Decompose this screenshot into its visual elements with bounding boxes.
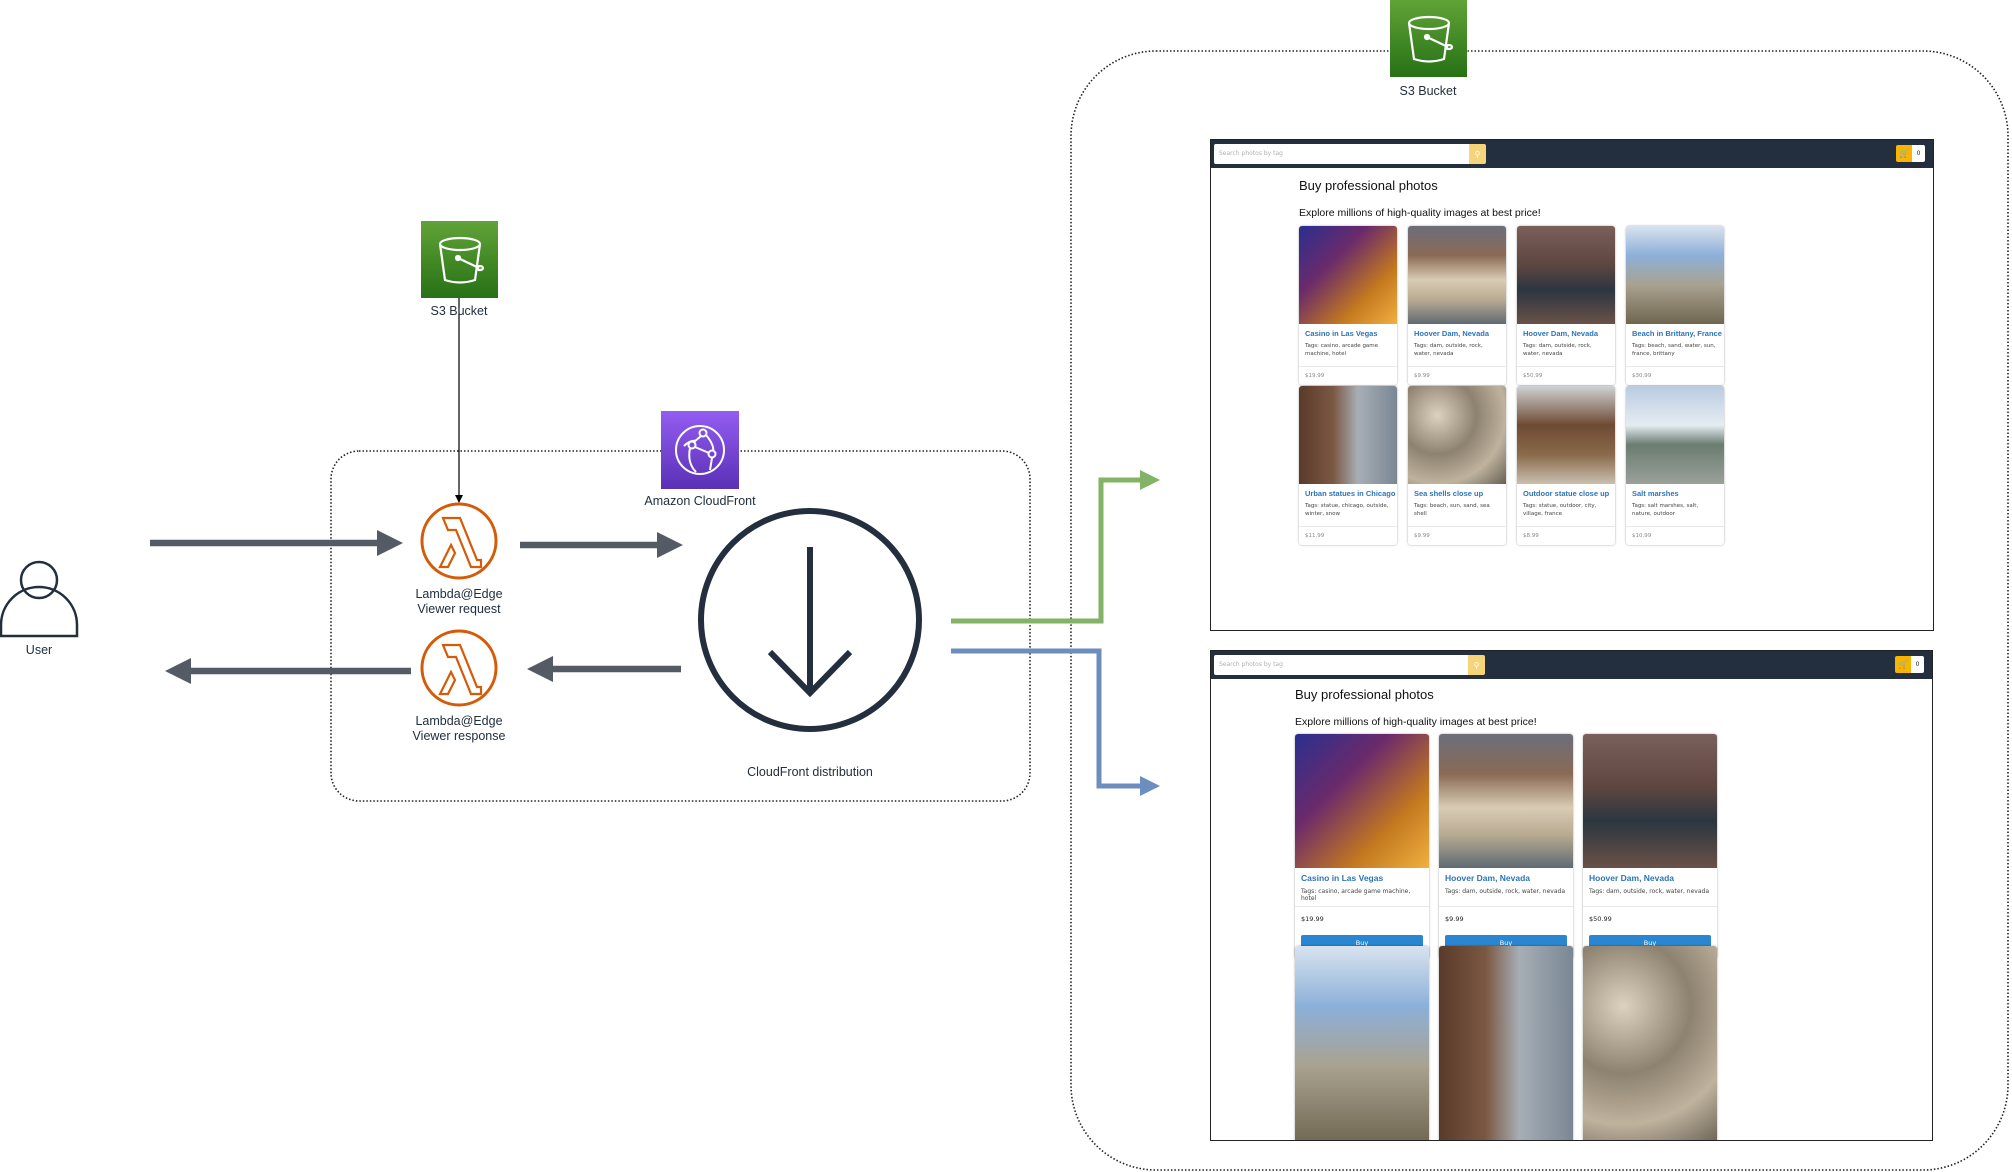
product-title[interactable]: Hoover Dam, Nevada xyxy=(1517,324,1615,340)
cart-icon: 🛒 xyxy=(1895,656,1911,673)
product-price: $19.99 xyxy=(1305,373,1325,379)
website-variant-b: Search photos by tag ⚲ 🛒 0 Buy professio… xyxy=(1210,650,1933,1141)
product-price: $10.99 xyxy=(1632,533,1652,539)
product-tags: Tags: statue, outdoor, city, village, fr… xyxy=(1523,503,1597,517)
lambda-response-label: Lambda@Edge Viewer response xyxy=(413,714,506,744)
product-tags: Tags: dam, outside, rock, water, nevada xyxy=(1589,888,1709,895)
search-icon[interactable]: ⚲ xyxy=(1469,144,1486,164)
product-photo[interactable] xyxy=(1583,946,1717,1140)
lambda-request-label-line2: Viewer request xyxy=(417,602,501,616)
variant-b-route-arrow xyxy=(951,648,1160,796)
cloudfront-label: Amazon CloudFront xyxy=(644,494,756,508)
page-subheading: Explore millions of high-quality images … xyxy=(1299,207,1541,219)
product-price: $9.99 xyxy=(1414,373,1430,379)
product-card[interactable]: Hoover Dam, Nevada Tags: dam, outside, ro… xyxy=(1517,226,1615,385)
product-price: $11.99 xyxy=(1305,533,1325,539)
lambda-request-label-line1: Lambda@Edge xyxy=(415,587,503,601)
cart-button[interactable]: 🛒 0 xyxy=(1895,656,1924,673)
product-card[interactable]: Hoover Dam, Nevada Tags: dam, outside, ro… xyxy=(1583,734,1717,959)
cloudfront-icon xyxy=(661,411,739,489)
product-title[interactable]: Hoover Dam, Nevada xyxy=(1408,324,1506,340)
product-title[interactable]: Beach in Brittany, France xyxy=(1626,324,1724,340)
variant-a-route-arrow xyxy=(951,470,1160,624)
distribution-label: CloudFront distribution xyxy=(747,765,873,779)
product-title[interactable]: Outdoor statue close up xyxy=(1517,484,1615,500)
s3-origin-label: S3 Bucket xyxy=(430,304,488,318)
search-input[interactable]: Search photos by tag xyxy=(1214,144,1471,164)
product-tags: Tags: beach, sun, sand, sea shell xyxy=(1414,503,1490,517)
product-photo[interactable] xyxy=(1408,386,1506,484)
product-price: $30.99 xyxy=(1632,373,1652,379)
product-photo[interactable] xyxy=(1626,226,1724,324)
lambda-request-label: Lambda@Edge Viewer request xyxy=(415,587,502,617)
product-card[interactable]: Casino in Las Vegas Tags: casino, arcade … xyxy=(1295,734,1429,959)
search-icon[interactable]: ⚲ xyxy=(1468,655,1485,675)
product-photo[interactable] xyxy=(1626,386,1724,484)
product-price: $8.99 xyxy=(1523,533,1539,539)
product-card[interactable] xyxy=(1439,946,1573,1140)
product-tags: Tags: dam, outside, rock, water, nevada xyxy=(1445,888,1565,895)
download-arrow-icon xyxy=(698,508,922,732)
product-card[interactable]: Beach in Brittany, France Tags: beach, sa… xyxy=(1626,226,1724,385)
site-navbar: Search photos by tag ⚲ 🛒 0 xyxy=(1211,140,1933,168)
product-photo[interactable] xyxy=(1517,386,1615,484)
product-photo[interactable] xyxy=(1408,226,1506,324)
product-title[interactable]: Hoover Dam, Nevada xyxy=(1583,868,1717,886)
lambda-response-label-line1: Lambda@Edge xyxy=(415,714,503,728)
product-card[interactable] xyxy=(1583,946,1717,1140)
product-title[interactable]: Hoover Dam, Nevada xyxy=(1439,868,1573,886)
product-tags: Tags: casino, arcade game machine, hotel xyxy=(1301,888,1411,902)
website-variant-a: Search photos by tag ⚲ 🛒 0 Buy professio… xyxy=(1210,139,1934,631)
site-navbar: Search photos by tag ⚲ 🛒 0 xyxy=(1211,651,1932,679)
product-card[interactable]: Hoover Dam, Nevada Tags: dam, outside, ro… xyxy=(1408,226,1506,385)
product-title[interactable]: Casino in Las Vegas xyxy=(1299,324,1397,340)
page-subheading: Explore millions of high-quality images … xyxy=(1295,716,1537,728)
product-price: $9.99 xyxy=(1414,533,1430,539)
product-photo[interactable] xyxy=(1439,946,1573,1140)
product-tags: Tags: dam, outside, rock, water, nevada xyxy=(1523,343,1592,357)
product-card[interactable]: Urban statues in Chicago Tags: statue, ch… xyxy=(1299,386,1397,545)
cart-count: 0 xyxy=(1912,145,1925,162)
cart-count: 0 xyxy=(1911,656,1924,673)
product-title[interactable]: Sea shells close up xyxy=(1408,484,1506,500)
product-title[interactable]: Urban statues in Chicago xyxy=(1299,484,1397,500)
user-label: User xyxy=(25,643,53,657)
product-photo[interactable] xyxy=(1517,226,1615,324)
cart-icon: 🛒 xyxy=(1896,145,1912,162)
s3-bucket-icon xyxy=(1390,0,1467,77)
product-tags: Tags: casino, arcade game machine, hotel xyxy=(1305,343,1379,357)
s3-bucket-icon xyxy=(421,221,498,298)
product-photo[interactable] xyxy=(1295,734,1429,868)
product-card[interactable]: Casino in Las Vegas Tags: casino, arcade … xyxy=(1299,226,1397,385)
product-title[interactable]: Salt marshes xyxy=(1626,484,1724,500)
cart-button[interactable]: 🛒 0 xyxy=(1896,145,1925,162)
page-heading: Buy professional photos xyxy=(1295,687,1434,702)
lambda-response-label-line2: Viewer response xyxy=(412,729,506,743)
product-card[interactable]: Outdoor statue close up Tags: statue, out… xyxy=(1517,386,1615,545)
product-price: $50.99 xyxy=(1523,373,1543,379)
product-photo[interactable] xyxy=(1583,734,1717,868)
product-photo[interactable] xyxy=(1439,734,1573,868)
product-card[interactable]: Hoover Dam, Nevada Tags: dam, outside, ro… xyxy=(1439,734,1573,959)
page-heading: Buy professional photos xyxy=(1299,178,1438,193)
product-tags: Tags: statue, chicago, outside, winter, … xyxy=(1305,503,1389,517)
product-price: $9.99 xyxy=(1445,915,1464,923)
product-tags: Tags: dam, outside, rock, water, nevada xyxy=(1414,343,1483,357)
product-photo[interactable] xyxy=(1299,226,1397,324)
product-tags: Tags: salt marshes, salt, nature, outdoo… xyxy=(1632,503,1699,517)
product-photo[interactable] xyxy=(1295,946,1429,1140)
user-icon xyxy=(0,560,79,638)
product-card[interactable] xyxy=(1295,946,1429,1140)
lambda-icon xyxy=(420,629,498,707)
product-card[interactable]: Sea shells close up Tags: beach, sun, san… xyxy=(1408,386,1506,545)
s3-site-label: S3 Bucket xyxy=(1396,84,1460,99)
product-title[interactable]: Casino in Las Vegas xyxy=(1295,868,1429,886)
product-tags: Tags: beach, sand, water, sun, france, b… xyxy=(1632,343,1716,357)
product-price: $19.99 xyxy=(1301,915,1324,923)
lambda-icon xyxy=(420,502,498,580)
search-input[interactable]: Search photos by tag xyxy=(1214,655,1470,675)
product-card[interactable]: Salt marshes Tags: salt marshes, salt, na… xyxy=(1626,386,1724,545)
product-photo[interactable] xyxy=(1299,386,1397,484)
product-price: $50.99 xyxy=(1589,915,1612,923)
